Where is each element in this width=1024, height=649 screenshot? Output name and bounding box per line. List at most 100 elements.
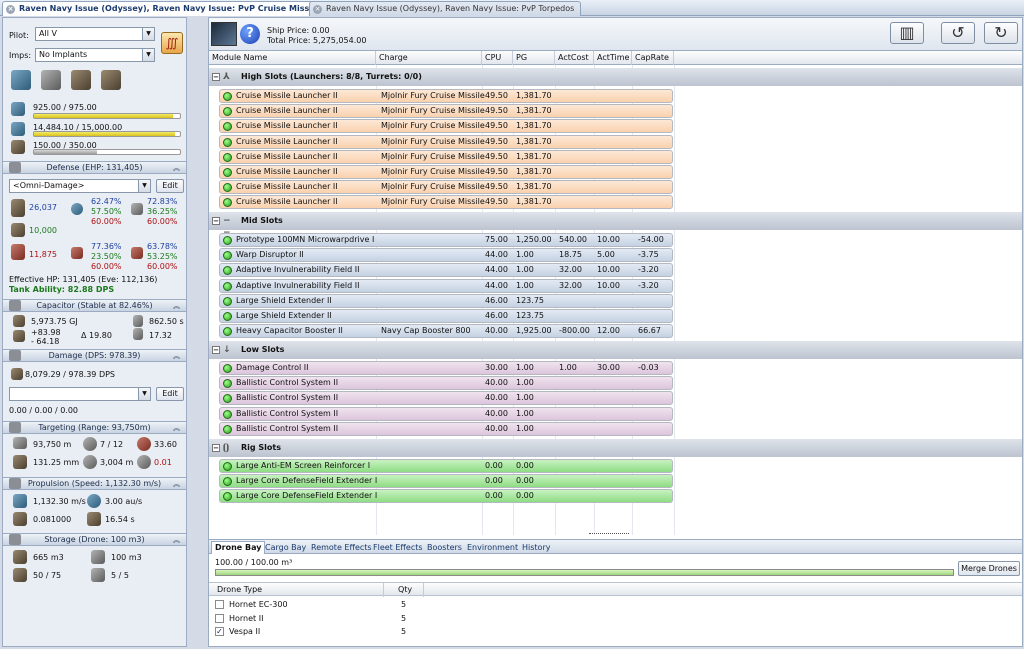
capacitor-header[interactable]: Capacitor (Stable at 82.46%) ︽ bbox=[3, 299, 186, 312]
edit-profile-button[interactable]: Edit bbox=[156, 179, 184, 193]
module-row[interactable]: Adaptive Invulnerability Field II 44.00 1.… bbox=[219, 278, 673, 293]
ship-icon[interactable] bbox=[11, 70, 31, 90]
module-state-icon[interactable] bbox=[223, 364, 232, 373]
module-row[interactable]: Prototype 100MN Microwarpdrive I 75.00 1,2… bbox=[219, 233, 673, 247]
module-state-icon[interactable] bbox=[223, 107, 232, 117]
col-caprate[interactable]: CapRate bbox=[632, 51, 674, 65]
module-row[interactable]: Cruise Missile Launcher II Mjolnir Fury C… bbox=[219, 180, 673, 195]
module-state-icon[interactable] bbox=[223, 92, 232, 101]
module-state-icon[interactable] bbox=[223, 424, 232, 434]
damage-profile-select[interactable]: <Omni-Damage> ▼ bbox=[9, 179, 151, 193]
checkbox-icon[interactable] bbox=[215, 600, 224, 609]
merge-drones-button[interactable]: Merge Drones bbox=[958, 561, 1020, 576]
implant-set-button[interactable]: ∭ bbox=[161, 32, 183, 54]
splitter-handle[interactable] bbox=[589, 533, 629, 537]
col-charge[interactable]: Charge bbox=[376, 51, 482, 65]
drone-icon[interactable] bbox=[41, 70, 61, 90]
tab-torpedos[interactable]: × Raven Navy Issue (Odyssey), Raven Navy… bbox=[309, 1, 582, 16]
module-row[interactable]: Large Anti-EM Screen Reinforcer I 0.00 0.0… bbox=[219, 459, 673, 473]
col-actcost[interactable]: ActCost bbox=[555, 51, 594, 65]
col-cpu[interactable]: CPU bbox=[482, 51, 513, 65]
module-state-icon[interactable] bbox=[223, 251, 232, 261]
tab-history[interactable]: History bbox=[518, 541, 554, 554]
close-icon[interactable]: × bbox=[313, 5, 322, 14]
drone-row[interactable]: Hornet EC-300 5 bbox=[209, 598, 1022, 611]
col-drone-type[interactable]: Drone Type bbox=[209, 583, 384, 597]
module-row[interactable]: Heavy Capacitor Booster II Navy Cap Boost… bbox=[219, 324, 673, 339]
collapse-toggle-icon[interactable]: − bbox=[212, 444, 220, 452]
collapse-toggle-icon[interactable]: − bbox=[212, 217, 220, 225]
collapse-toggle-icon[interactable]: − bbox=[212, 73, 220, 81]
module-row[interactable]: Ballistic Control System II 40.00 1.00 bbox=[219, 421, 673, 436]
rig-slots-header[interactable]: − ⦗⦘ Rig Slots bbox=[209, 439, 1022, 457]
collapse-icon[interactable]: ︽ bbox=[173, 300, 180, 312]
module-row[interactable]: Cruise Missile Launcher II Mjolnir Fury C… bbox=[219, 149, 673, 164]
module-state-icon[interactable] bbox=[223, 379, 232, 389]
module-state-icon[interactable] bbox=[223, 394, 232, 404]
module-row[interactable]: Cruise Missile Launcher II Mjolnir Fury C… bbox=[219, 165, 673, 179]
collapse-icon[interactable]: ︽ bbox=[173, 162, 180, 174]
checked-checkbox-icon[interactable]: ✓ bbox=[215, 627, 224, 636]
redo-button[interactable]: ↻ bbox=[984, 22, 1018, 44]
module-row[interactable]: Ballistic Control System II 40.00 1.00 bbox=[219, 406, 673, 421]
undo-button[interactable]: ↺ bbox=[941, 22, 975, 44]
tab-fleet-effects[interactable]: Fleet Effects bbox=[369, 541, 427, 554]
targeting-header[interactable]: Targeting (Range: 93,750m) ︽ bbox=[3, 421, 186, 434]
close-icon[interactable]: × bbox=[6, 5, 15, 14]
module-state-icon[interactable] bbox=[223, 152, 232, 162]
mid-slots-header[interactable]: − −− Mid Slots bbox=[209, 212, 1022, 238]
col-qty[interactable]: Qty bbox=[384, 583, 424, 597]
module-state-icon[interactable] bbox=[223, 137, 232, 147]
drone-row[interactable]: ✓ Vespa II 5 bbox=[209, 625, 1022, 638]
module-state-icon[interactable] bbox=[223, 198, 232, 208]
low-slots-header[interactable]: − ↓ Low Slots bbox=[209, 341, 1022, 359]
storage-header[interactable]: Storage (Drone: 100 m3) ︽ bbox=[3, 533, 186, 546]
module-row[interactable]: Large Core DefenseField Extender I 0.00 0.… bbox=[219, 474, 673, 489]
module-state-icon[interactable] bbox=[223, 122, 232, 132]
tab-environment[interactable]: Environment bbox=[463, 541, 522, 554]
module-row[interactable]: Large Core DefenseField Extender I 0.00 0.… bbox=[219, 489, 673, 504]
layout-button[interactable]: ▥ bbox=[890, 22, 924, 44]
module-state-icon[interactable] bbox=[223, 168, 232, 177]
tab-cargo-bay[interactable]: Cargo Bay bbox=[261, 541, 310, 554]
module-row[interactable]: Cruise Missile Launcher II Mjolnir Fury C… bbox=[219, 104, 673, 119]
help-icon[interactable]: ? bbox=[240, 24, 260, 44]
module-row[interactable]: Ballistic Control System II 40.00 1.00 bbox=[219, 391, 673, 406]
col-acttime[interactable]: ActTime bbox=[594, 51, 632, 65]
module-state-icon[interactable] bbox=[223, 296, 232, 306]
module-state-icon[interactable] bbox=[223, 312, 232, 321]
module-state-icon[interactable] bbox=[223, 236, 232, 245]
module-row[interactable]: Adaptive Invulnerability Field II 44.00 1.… bbox=[219, 263, 673, 278]
module-row[interactable]: Ballistic Control System II 40.00 1.00 bbox=[219, 376, 673, 391]
high-slots-header[interactable]: − ⅄ High Slots (Launchers: 8/8, Turrets:… bbox=[209, 68, 1022, 86]
ship-thumbnail[interactable] bbox=[211, 22, 237, 46]
col-pg[interactable]: PG bbox=[513, 51, 555, 65]
propulsion-header[interactable]: Propulsion (Speed: 1,132.30 m/s) ︽ bbox=[3, 477, 186, 490]
pilot-select[interactable]: All V ▼ bbox=[35, 27, 155, 41]
module-row[interactable]: Cruise Missile Launcher II Mjolnir Fury C… bbox=[219, 134, 673, 149]
module-state-icon[interactable] bbox=[223, 183, 232, 193]
collapse-icon[interactable]: ︽ bbox=[173, 422, 180, 434]
collapse-icon[interactable]: ︽ bbox=[173, 478, 180, 490]
module-row[interactable]: Cruise Missile Launcher II Mjolnir Fury C… bbox=[219, 89, 673, 103]
module-row[interactable]: Large Shield Extender II 46.00 123.75 bbox=[219, 309, 673, 323]
collapse-toggle-icon[interactable]: − bbox=[212, 346, 220, 354]
module-row[interactable]: Cruise Missile Launcher II Mjolnir Fury C… bbox=[219, 195, 673, 210]
module-state-icon[interactable] bbox=[223, 462, 232, 471]
implants-select[interactable]: No Implants ▼ bbox=[35, 48, 155, 62]
module-icon[interactable] bbox=[101, 70, 121, 90]
target-profile-select[interactable]: ▼ bbox=[9, 387, 151, 401]
module-state-icon[interactable] bbox=[223, 281, 232, 291]
drone-row[interactable]: Hornet II 5 bbox=[209, 612, 1022, 625]
edit-damage-button[interactable]: Edit bbox=[156, 387, 184, 401]
collapse-icon[interactable]: ︽ bbox=[173, 350, 180, 362]
module-state-icon[interactable] bbox=[223, 327, 232, 337]
module-state-icon[interactable] bbox=[223, 266, 232, 276]
module-row[interactable]: Large Shield Extender II 46.00 123.75 bbox=[219, 293, 673, 308]
checkbox-icon[interactable] bbox=[215, 613, 224, 623]
col-module-name[interactable]: Module Name bbox=[209, 51, 376, 65]
module-state-icon[interactable] bbox=[223, 492, 232, 502]
module-state-icon[interactable] bbox=[223, 409, 232, 419]
module-state-icon[interactable] bbox=[223, 477, 232, 487]
tab-boosters[interactable]: Boosters bbox=[423, 541, 466, 554]
